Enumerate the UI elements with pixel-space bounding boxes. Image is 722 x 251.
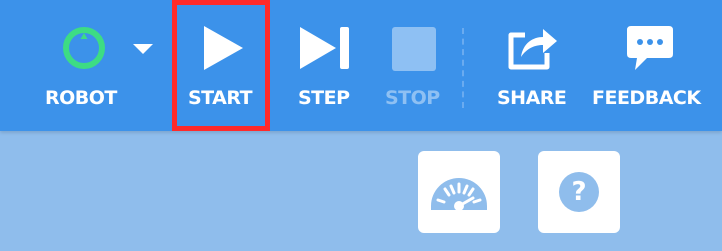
speedometer-button[interactable] <box>418 151 500 233</box>
toolbar: ROBOT START STEP STOP SHARE FEEDBACK <box>0 0 722 131</box>
start-button[interactable]: START <box>172 0 270 131</box>
stop-label: STOP <box>385 87 440 109</box>
robot-ring-icon <box>58 22 110 78</box>
robot-label: ROBOT <box>45 87 117 109</box>
chat-bubble-icon <box>625 24 675 78</box>
stop-button[interactable]: STOP <box>378 0 450 131</box>
toolbar-divider <box>462 28 464 108</box>
share-icon <box>503 21 561 77</box>
feedback-button[interactable]: FEEDBACK <box>588 0 714 131</box>
help-button[interactable]: ? <box>538 151 620 233</box>
feedback-label: FEEDBACK <box>592 87 701 109</box>
share-button[interactable]: SHARE <box>490 0 572 131</box>
help-glyph: ? <box>571 177 587 207</box>
step-forward-icon <box>298 23 354 77</box>
play-icon <box>200 23 246 77</box>
robot-button[interactable]: ROBOT <box>40 0 128 131</box>
share-label: SHARE <box>497 87 567 109</box>
step-label: STEP <box>298 87 350 109</box>
stop-icon <box>392 27 436 75</box>
caret-down-icon[interactable] <box>132 40 154 59</box>
start-label: START <box>188 87 253 109</box>
speedometer-icon <box>431 178 487 211</box>
step-button[interactable]: STEP <box>290 0 360 131</box>
